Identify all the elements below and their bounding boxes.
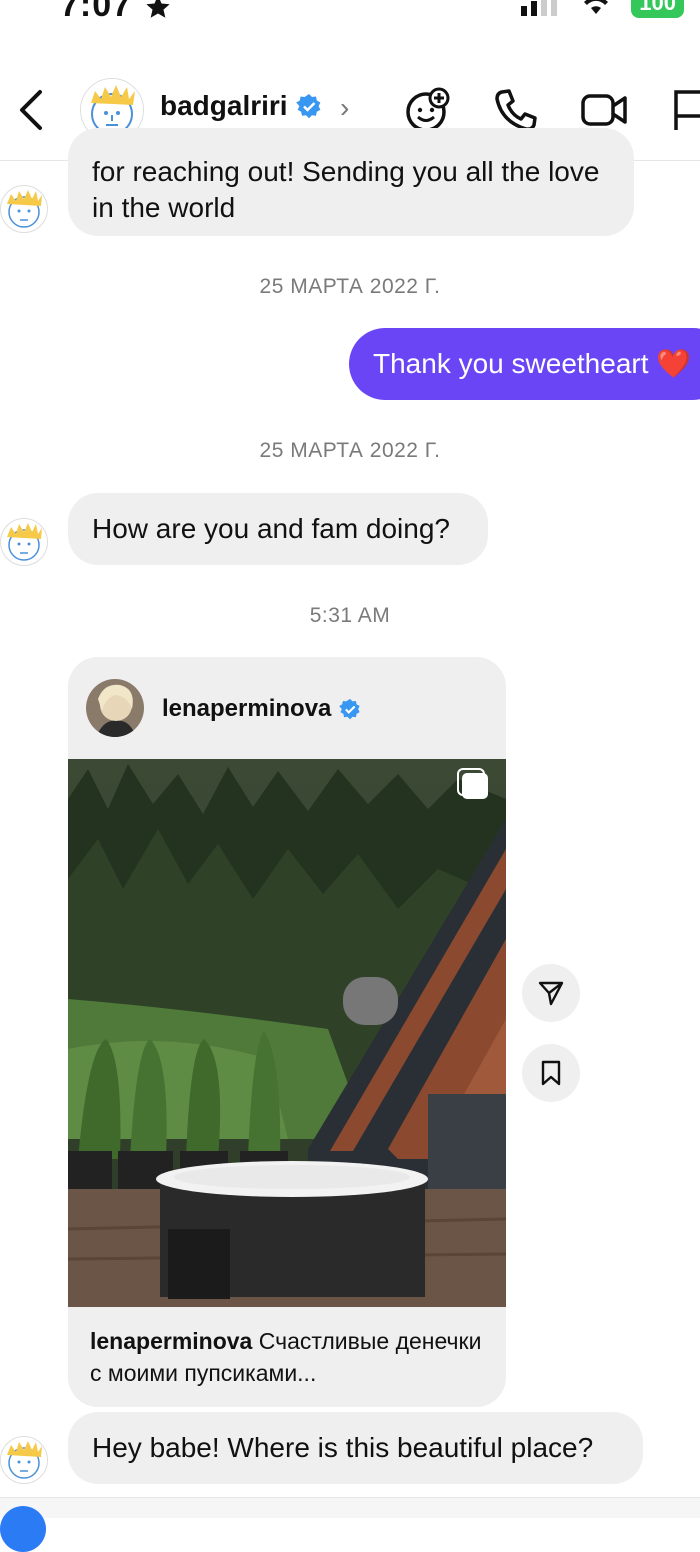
status-indicators: 100: [521, 0, 684, 20]
back-icon[interactable]: [14, 88, 48, 132]
shared-post-header[interactable]: lenaperminova: [68, 657, 506, 759]
post-image[interactable]: [68, 759, 506, 1307]
flag-icon[interactable]: [668, 86, 700, 134]
signal-icon: [521, 0, 558, 16]
video-icon[interactable]: [580, 86, 628, 134]
chevron-right-icon[interactable]: ›: [340, 92, 349, 124]
sender-avatar[interactable]: [0, 185, 48, 233]
verified-badge-icon: [295, 94, 320, 119]
post-author-avatar[interactable]: [86, 679, 144, 737]
incoming-message[interactable]: for reaching out! Sending you all the lo…: [68, 128, 634, 236]
sticker-icon[interactable]: [404, 86, 452, 134]
message-text: Hey babe! Where is this beautiful place?: [92, 1432, 594, 1463]
status-time: 7:07: [60, 0, 173, 25]
timestamp: 25 МАРТА 2022 Г.: [259, 275, 441, 298]
battery-indicator: 100: [631, 0, 684, 18]
message-text: How are you and fam doing?: [92, 513, 450, 544]
shared-post[interactable]: lenaperminova lenaperminova Счастливые д…: [68, 657, 506, 1407]
phone-icon[interactable]: [492, 86, 540, 134]
star-icon: [145, 0, 170, 18]
contact-name-row[interactable]: badgalriri: [160, 90, 322, 122]
timestamp: 25 МАРТА 2022 Г.: [259, 439, 441, 462]
timestamp: 5:31 AM: [309, 604, 391, 627]
camera-button[interactable]: [0, 1506, 46, 1552]
incoming-message[interactable]: Hey babe! Where is this beautiful place?: [68, 1412, 643, 1484]
send-icon: [538, 981, 564, 1006]
post-caption: lenaperminova Счастливые денечки с моими…: [90, 1325, 490, 1389]
message-text: Thank you sweetheart ❤️: [373, 348, 692, 379]
outgoing-message[interactable]: Thank you sweetheart ❤️: [349, 328, 700, 400]
save-button[interactable]: [522, 1044, 580, 1102]
composer-bar[interactable]: [0, 1497, 700, 1518]
verified-badge-icon: [339, 698, 361, 720]
sender-avatar[interactable]: [0, 518, 48, 566]
post-author-row[interactable]: lenaperminova: [162, 695, 361, 723]
message-text: for reaching out! Sending you all the lo…: [92, 156, 600, 223]
sender-avatar[interactable]: [0, 1436, 48, 1484]
post-author-username: lenaperminova: [162, 695, 332, 722]
wifi-icon: [584, 0, 609, 14]
caption-username: lenaperminova: [90, 1328, 253, 1354]
incoming-message[interactable]: How are you and fam doing?: [68, 493, 488, 565]
contact-username: badgalriri: [160, 90, 288, 121]
share-button[interactable]: [522, 964, 580, 1022]
bookmark-icon: [541, 1060, 561, 1086]
